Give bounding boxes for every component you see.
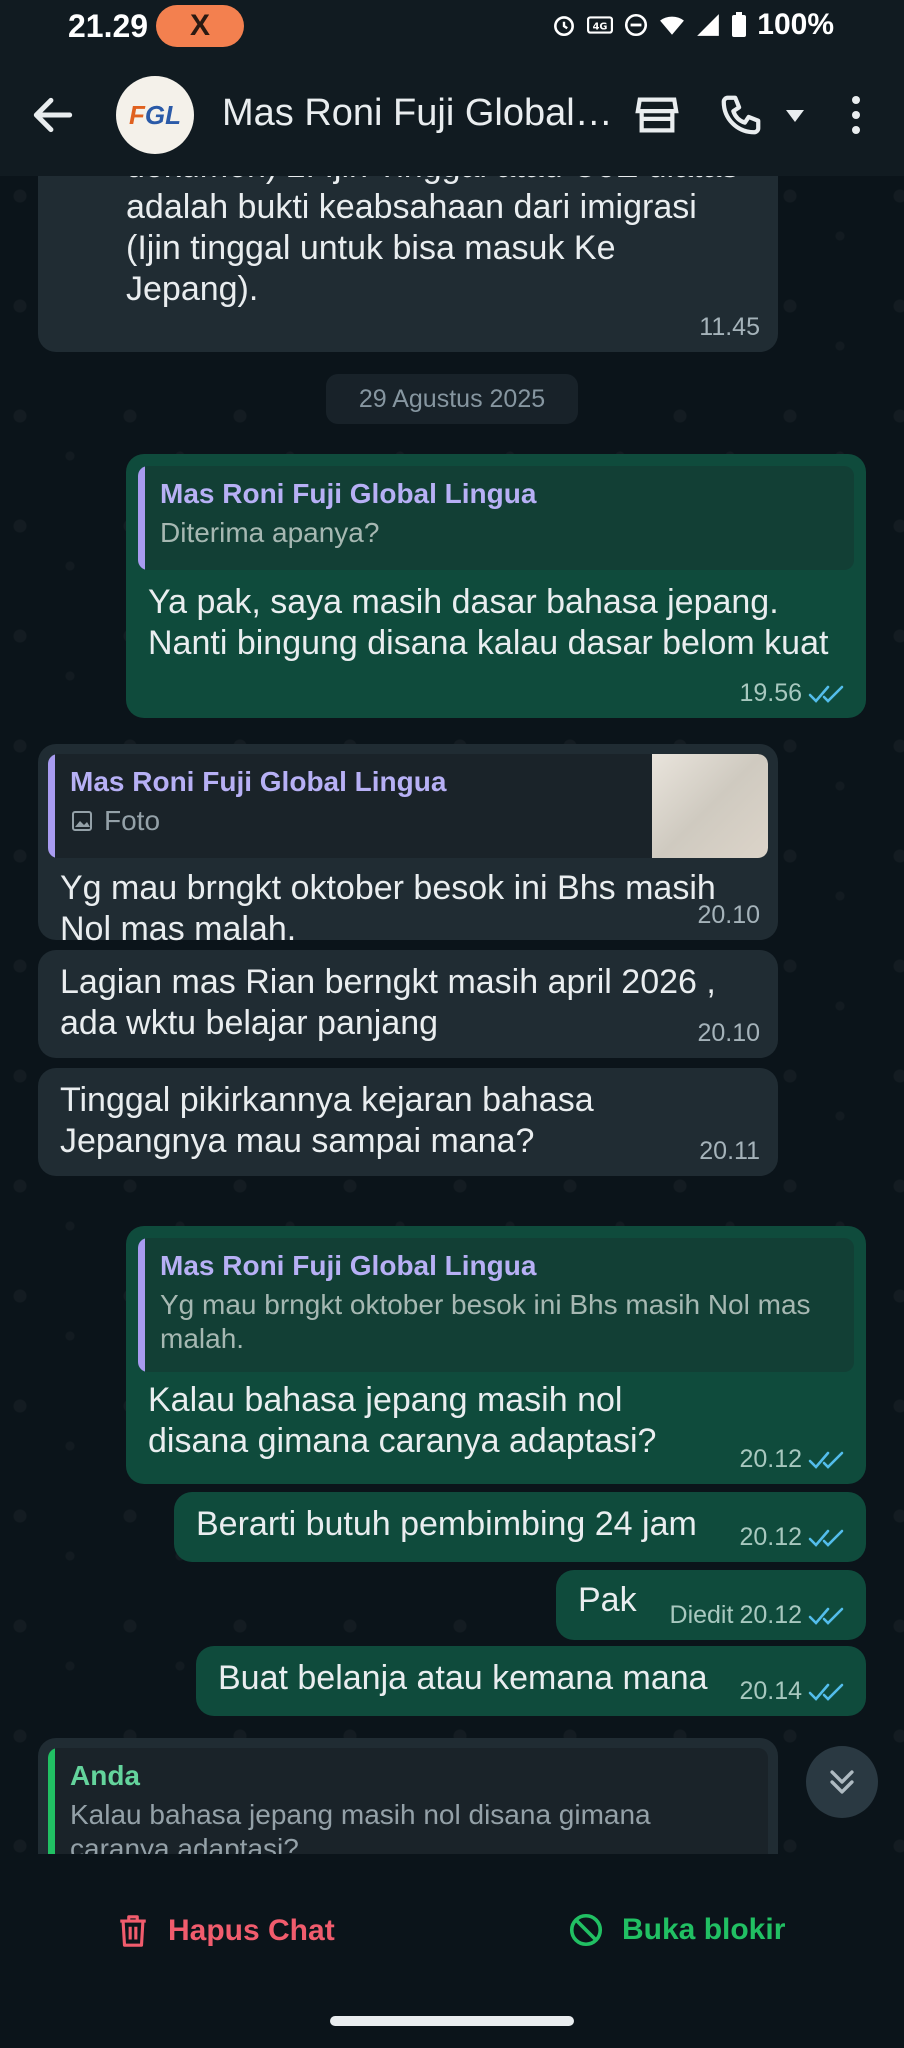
quoted-caption: Foto — [70, 804, 638, 838]
quoted-text: Diterima apanya? — [160, 517, 380, 548]
message-text: Ya pak, saya masih dasar bahasa jepang. … — [148, 583, 829, 662]
message-meta: 20.10 — [697, 1019, 760, 1048]
quoted-message[interactable]: Anda Kalau bahasa jepang masih nol disan… — [48, 1748, 768, 1854]
quoted-sender: Mas Roni Fuji Global Lingua — [160, 478, 537, 509]
battery-icon — [732, 12, 747, 37]
x-label: X — [189, 9, 210, 42]
message-bubble[interactable]: Mas Roni Fuji Global Lingua Diterima apa… — [126, 454, 866, 718]
unblock-button[interactable]: Buka blokir — [568, 1912, 785, 1948]
quoted-sender: Mas Roni Fuji Global Lingua — [160, 1250, 537, 1281]
image-icon — [72, 811, 92, 831]
home-indicator[interactable] — [330, 2016, 574, 2026]
quoted-sender: Mas Roni Fuji Global Lingua — [70, 766, 447, 797]
message-meta: 19.56 — [739, 679, 848, 708]
block-icon — [569, 1913, 603, 1947]
quoted-message[interactable]: Mas Roni Fuji Global Lingua Yg mau brngk… — [138, 1238, 854, 1372]
delete-chat-button[interactable]: Hapus Chat — [116, 1912, 335, 1950]
message-bubble[interactable]: Berarti butuh pembimbing 24 jam 20.12 — [174, 1492, 866, 1562]
message-bubble[interactable]: dokumen) 2. Ijin Tinggal atau CoE diatas… — [38, 176, 778, 352]
message-bubble[interactable]: Tinggal pikirkannya kejaran bahasa Jepan… — [38, 1068, 778, 1176]
contact-name[interactable]: Mas Roni Fuji Global… — [222, 92, 613, 135]
hd-voice-icon: 4G — [587, 16, 614, 34]
svg-text:4G: 4G — [593, 21, 608, 32]
message-time: 20.12 — [739, 1445, 802, 1473]
message-time: 20.10 — [697, 901, 760, 929]
message-bubble[interactable]: Mas Roni Fuji Global Lingua Yg mau brngk… — [126, 1226, 866, 1484]
quoted-text: Kalau bahasa jepang masih nol disana gim… — [70, 1799, 651, 1854]
message-meta: 20.12 — [739, 1445, 848, 1474]
message-bubble[interactable]: Lagian mas Rian berngkt masih april 2026… — [38, 950, 778, 1058]
trash-icon — [120, 1915, 146, 1947]
read-receipt-icon — [808, 1529, 844, 1547]
message-text: Yg mau brngkt oktober besok ini Bhs masi… — [60, 869, 716, 948]
quoted-sender: Anda — [70, 1760, 140, 1791]
chevron-down-icon[interactable] — [784, 108, 806, 124]
read-receipt-icon — [808, 1451, 844, 1469]
blocked-actions-bar: Hapus Chat Buka blokir — [0, 1854, 904, 2048]
chat-area[interactable]: dokumen) 2. Ijin Tinggal atau CoE diatas… — [0, 176, 904, 1854]
message-text: Lagian mas Rian berngkt masih april 2026… — [60, 963, 716, 1042]
read-receipt-icon — [808, 1607, 844, 1625]
quoted-text: Foto — [104, 805, 161, 836]
chat-header: F GL Mas Roni Fuji Global… — [0, 56, 904, 176]
avatar-text-1: F — [129, 99, 145, 130]
read-receipt-icon — [808, 1683, 844, 1701]
message-bubble[interactable]: Mas Roni Fuji Global Lingua Foto Yg mau … — [38, 744, 778, 948]
message-time: 11.45 — [699, 313, 760, 341]
message-meta: 11.45 — [699, 313, 760, 342]
message-bubble[interactable]: Anda Kalau bahasa jepang masih nol disan… — [38, 1738, 778, 1854]
store-icon[interactable] — [634, 92, 680, 138]
status-icons: 4G 100% — [551, 8, 834, 42]
message-text: dokumen) 2. Ijin Tinggal atau CoE diatas… — [126, 176, 738, 308]
message-time: 20.14 — [739, 1677, 802, 1705]
wifi-icon — [660, 16, 685, 35]
message-time: 20.11 — [699, 1137, 760, 1165]
avatar[interactable]: F GL — [116, 76, 194, 154]
delete-chat-label: Hapus Chat — [168, 1914, 335, 1947]
quoted-photo-thumbnail — [652, 754, 768, 858]
more-options-icon[interactable] — [846, 92, 866, 138]
phone-icon[interactable] — [718, 92, 764, 138]
back-arrow-icon[interactable] — [28, 90, 78, 140]
battery-percent: 100% — [757, 8, 834, 41]
signal-icon — [697, 14, 720, 36]
message-meta: 20.12 — [739, 1523, 848, 1552]
read-receipt-icon — [808, 685, 844, 703]
quoted-message[interactable]: Mas Roni Fuji Global Lingua Foto — [48, 754, 768, 858]
message-meta: Diedit 20.12 — [670, 1601, 848, 1630]
alarm-icon — [554, 16, 575, 37]
quoted-message[interactable]: Mas Roni Fuji Global Lingua Diterima apa… — [138, 466, 854, 570]
message-bubble[interactable]: Pak Diedit 20.12 — [556, 1570, 866, 1640]
scroll-to-bottom-button[interactable] — [806, 1746, 878, 1818]
message-meta: 20.11 — [699, 1137, 760, 1166]
edited-label: Diedit — [669, 1601, 734, 1629]
dnd-icon — [625, 13, 648, 37]
message-meta: 20.14 — [739, 1677, 848, 1706]
status-bar: 21.29 X 4G 100% — [0, 0, 904, 56]
message-time: 20.12 — [739, 1601, 802, 1629]
message-time: 19.56 — [739, 679, 802, 707]
avatar-text-2: GL — [144, 99, 181, 130]
status-time: 21.29 — [68, 8, 149, 44]
unblock-label: Buka blokir — [622, 1913, 786, 1946]
double-chevron-down-icon — [830, 1770, 854, 1794]
message-time: 20.10 — [697, 1019, 760, 1047]
date-separator: 29 Agustus 2025 — [326, 374, 578, 424]
message-meta: 20.10 — [697, 901, 760, 930]
message-bubble[interactable]: Buat belanja atau kemana mana 20.14 — [196, 1646, 866, 1716]
x-app-indicator: X — [156, 5, 244, 47]
quoted-text: Yg mau brngkt oktober besok ini Bhs masi… — [160, 1289, 811, 1354]
message-text: Tinggal pikirkannya kejaran bahasa Jepan… — [60, 1081, 594, 1160]
message-time: 20.12 — [739, 1523, 802, 1551]
